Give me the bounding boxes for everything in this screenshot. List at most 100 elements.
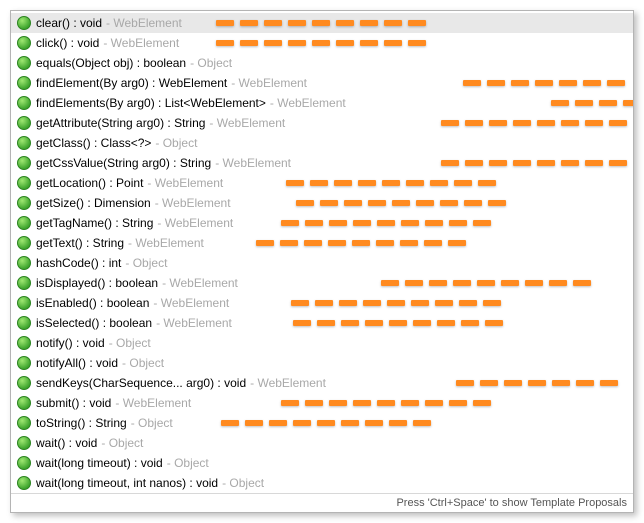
proposal-item[interactable]: wait() : void - Object: [11, 433, 633, 453]
proposal-signature: sendKeys(CharSequence... arg0) : void: [36, 376, 246, 390]
proposal-item[interactable]: isDisplayed() : boolean - WebElement: [11, 273, 633, 293]
proposal-source: - WebElement: [250, 376, 326, 390]
method-public-icon: [17, 256, 31, 270]
method-public-icon: [17, 76, 31, 90]
method-public-icon: [17, 36, 31, 50]
highlight-marker: [221, 420, 431, 428]
proposal-source: - WebElement: [270, 96, 346, 110]
proposal-signature: wait(long timeout) : void: [36, 456, 163, 470]
proposal-item[interactable]: getSize() : Dimension - WebElement: [11, 193, 633, 213]
method-public-icon: [17, 136, 31, 150]
method-public-icon: [17, 16, 31, 30]
highlight-marker: [463, 80, 625, 88]
proposal-item[interactable]: isEnabled() : boolean - WebElement: [11, 293, 633, 313]
method-public-icon: [17, 416, 31, 430]
proposal-source: - Object: [167, 456, 209, 470]
proposal-source: - Object: [131, 416, 173, 430]
proposal-source: - WebElement: [128, 236, 204, 250]
proposal-source: - WebElement: [103, 36, 179, 50]
highlight-marker: [441, 120, 627, 128]
proposal-source: - Object: [101, 436, 143, 450]
proposal-item[interactable]: findElement(By arg0) : WebElement - WebE…: [11, 73, 633, 93]
highlight-marker: [293, 320, 503, 328]
proposal-item[interactable]: notify() : void - Object: [11, 333, 633, 353]
proposal-source: - WebElement: [156, 316, 232, 330]
proposal-item[interactable]: equals(Object obj) : boolean - Object: [11, 53, 633, 73]
proposal-item[interactable]: wait(long timeout) : void - Object: [11, 453, 633, 473]
proposal-signature: getSize() : Dimension: [36, 196, 151, 210]
method-public-icon: [17, 56, 31, 70]
proposal-signature: notifyAll() : void: [36, 356, 118, 370]
proposal-source: - Object: [122, 356, 164, 370]
proposal-item[interactable]: submit() : void - WebElement: [11, 393, 633, 413]
proposal-item[interactable]: findElements(By arg0) : List<WebElement>…: [11, 93, 633, 113]
proposal-signature: getText() : String: [36, 236, 124, 250]
proposal-signature: getCssValue(String arg0) : String: [36, 156, 211, 170]
proposal-source: - Object: [222, 476, 264, 490]
proposal-source: - WebElement: [231, 76, 307, 90]
proposal-list[interactable]: clear() : void - WebElementclick() : voi…: [11, 11, 633, 493]
proposal-item[interactable]: sendKeys(CharSequence... arg0) : void - …: [11, 373, 633, 393]
proposal-signature: notify() : void: [36, 336, 105, 350]
method-public-icon: [17, 396, 31, 410]
proposal-item[interactable]: isSelected() : boolean - WebElement: [11, 313, 633, 333]
method-public-icon: [17, 196, 31, 210]
proposal-signature: click() : void: [36, 36, 99, 50]
proposal-signature: getTagName() : String: [36, 216, 153, 230]
proposal-source: - Object: [190, 56, 232, 70]
proposal-item[interactable]: getCssValue(String arg0) : String - WebE…: [11, 153, 633, 173]
method-public-icon: [17, 276, 31, 290]
proposal-item[interactable]: getClass() : Class<?> - Object: [11, 133, 633, 153]
highlight-marker: [281, 400, 491, 408]
proposal-item[interactable]: getTagName() : String - WebElement: [11, 213, 633, 233]
method-public-icon: [17, 96, 31, 110]
proposal-source: - WebElement: [157, 216, 233, 230]
highlight-marker: [291, 300, 501, 308]
proposal-signature: getAttribute(String arg0) : String: [36, 116, 205, 130]
proposal-item[interactable]: hashCode() : int - Object: [11, 253, 633, 273]
proposal-signature: isDisplayed() : boolean: [36, 276, 158, 290]
highlight-marker: [216, 40, 426, 48]
proposal-item[interactable]: notifyAll() : void - Object: [11, 353, 633, 373]
proposal-signature: isEnabled() : boolean: [36, 296, 149, 310]
proposal-signature: toString() : String: [36, 416, 127, 430]
proposal-source: - WebElement: [209, 116, 285, 130]
proposal-signature: submit() : void: [36, 396, 111, 410]
proposal-signature: wait() : void: [36, 436, 97, 450]
method-public-icon: [17, 436, 31, 450]
highlight-marker: [256, 240, 466, 248]
proposal-item[interactable]: wait(long timeout, int nanos) : void - O…: [11, 473, 633, 493]
proposal-item[interactable]: getAttribute(String arg0) : String - Web…: [11, 113, 633, 133]
proposal-item[interactable]: toString() : String - Object: [11, 413, 633, 433]
proposal-source: - WebElement: [106, 16, 182, 30]
proposal-signature: wait(long timeout, int nanos) : void: [36, 476, 218, 490]
proposal-signature: clear() : void: [36, 16, 102, 30]
highlight-marker: [281, 220, 491, 228]
proposal-item[interactable]: getLocation() : Point - WebElement: [11, 173, 633, 193]
highlight-marker: [456, 380, 618, 388]
proposal-item[interactable]: click() : void - WebElement: [11, 33, 633, 53]
proposal-source: - Object: [125, 256, 167, 270]
proposal-signature: getClass() : Class<?>: [36, 136, 151, 150]
method-public-icon: [17, 336, 31, 350]
highlight-marker: [441, 160, 627, 168]
proposal-item[interactable]: getText() : String - WebElement: [11, 233, 633, 253]
proposal-signature: findElements(By arg0) : List<WebElement>: [36, 96, 266, 110]
method-public-icon: [17, 296, 31, 310]
proposal-source: - WebElement: [153, 296, 229, 310]
method-public-icon: [17, 216, 31, 230]
proposal-source: - Object: [155, 136, 197, 150]
autocomplete-popup: clear() : void - WebElementclick() : voi…: [10, 10, 634, 513]
proposal-signature: getLocation() : Point: [36, 176, 143, 190]
proposal-item[interactable]: clear() : void - WebElement: [11, 13, 633, 33]
method-public-icon: [17, 236, 31, 250]
highlight-marker: [296, 200, 506, 208]
highlight-marker: [286, 180, 496, 188]
highlight-marker: [216, 20, 426, 28]
method-public-icon: [17, 456, 31, 470]
proposal-signature: isSelected() : boolean: [36, 316, 152, 330]
method-public-icon: [17, 376, 31, 390]
method-public-icon: [17, 156, 31, 170]
proposal-source: - WebElement: [162, 276, 238, 290]
proposal-source: - WebElement: [115, 396, 191, 410]
